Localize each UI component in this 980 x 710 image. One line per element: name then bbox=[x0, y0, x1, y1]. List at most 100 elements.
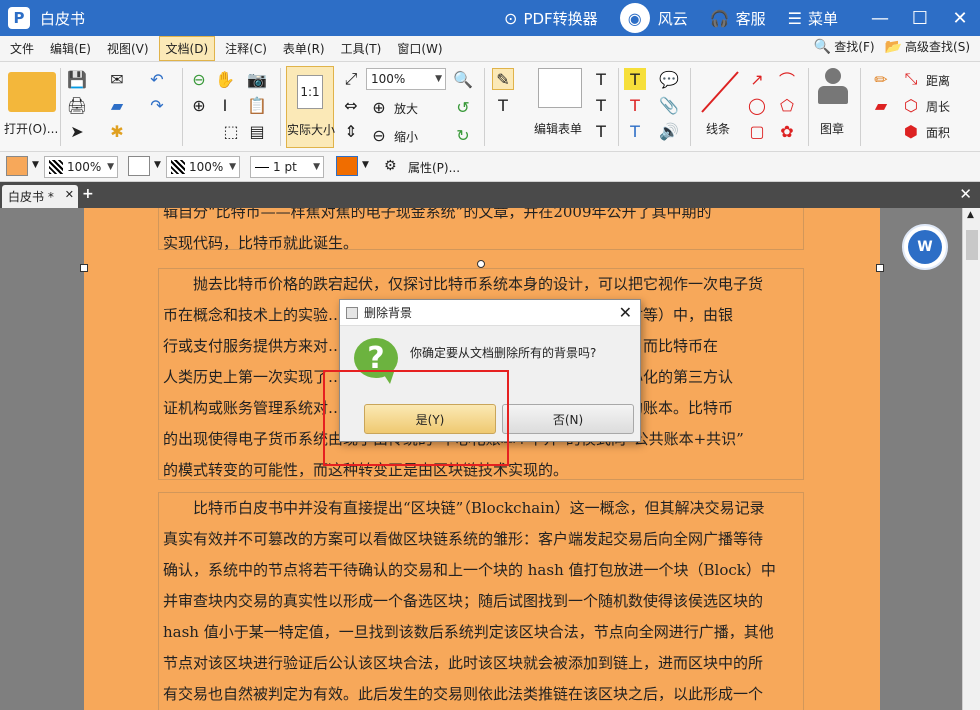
find-button[interactable]: 🔍 查找(F) bbox=[814, 38, 875, 55]
actual-size-button[interactable]: 1:1 实际大小 bbox=[286, 66, 335, 148]
service-button[interactable]: 🎧 客服 bbox=[710, 8, 766, 29]
fit-width-icon[interactable]: ⇔ bbox=[340, 94, 362, 116]
fit-page-icon[interactable]: ⤢ bbox=[340, 68, 362, 90]
distance-icon[interactable]: ⤡ bbox=[900, 68, 922, 90]
distance-button[interactable]: 距离 bbox=[926, 72, 950, 89]
menu-edit[interactable]: 编辑(E) bbox=[44, 37, 97, 60]
area-icon[interactable]: ⬢ bbox=[900, 120, 922, 142]
sound-icon[interactable]: 🔊 bbox=[658, 120, 680, 142]
magnifier-icon[interactable]: 🔍 bbox=[452, 68, 474, 90]
polygon-tool-icon[interactable]: ⬠ bbox=[776, 94, 798, 116]
line-button[interactable]: 线条 bbox=[706, 120, 730, 137]
menu-comment[interactable]: 注释(C) bbox=[219, 37, 273, 60]
menu-tools[interactable]: 工具(T) bbox=[335, 37, 388, 60]
pencil-icon[interactable]: ✏ bbox=[870, 68, 892, 90]
edit-form-icon[interactable] bbox=[538, 68, 582, 108]
export-icon[interactable]: ➤ bbox=[66, 120, 88, 142]
menu-document[interactable]: 文档(D) bbox=[158, 36, 216, 61]
crop-icon[interactable]: ⬚ bbox=[220, 120, 242, 142]
stroke-color-dropdown-icon[interactable]: ▼ bbox=[154, 160, 161, 170]
menu-form[interactable]: 表单(R) bbox=[277, 37, 331, 60]
ellipse-tool-icon[interactable]: ◯ bbox=[746, 94, 768, 116]
dialog-close-icon[interactable]: ✕ bbox=[619, 303, 632, 322]
rotate-left-icon[interactable]: ↺ bbox=[452, 96, 474, 118]
zoom-out-icon[interactable]: ⊖ bbox=[368, 124, 390, 146]
paste-icon[interactable]: 📋 bbox=[246, 94, 268, 116]
stroke-opacity-combo[interactable]: 100% ▼ bbox=[166, 156, 240, 178]
rectangle-tool-icon[interactable]: ▢ bbox=[746, 120, 768, 142]
fill-color-swatch[interactable] bbox=[6, 156, 28, 176]
note-icon[interactable]: 💬 bbox=[658, 68, 680, 90]
scroll-up-icon[interactable]: ▲ bbox=[967, 210, 974, 220]
typewriter-icon[interactable]: T bbox=[624, 68, 646, 90]
perimeter-icon[interactable]: ⬡ bbox=[900, 94, 922, 116]
underline-icon[interactable]: T bbox=[624, 120, 646, 142]
menu-window[interactable]: 窗口(W) bbox=[391, 37, 448, 60]
folder-icon[interactable] bbox=[8, 72, 56, 112]
fill-opacity-combo[interactable]: 100% ▼ bbox=[44, 156, 118, 178]
attachment-icon[interactable]: 📎 bbox=[658, 94, 680, 116]
email-icon[interactable]: ✉ bbox=[106, 68, 128, 90]
selection-handle-right[interactable] bbox=[876, 264, 884, 272]
style-dropdown-icon[interactable]: ▼ bbox=[362, 160, 369, 170]
menu-view[interactable]: 视图(V) bbox=[101, 37, 155, 60]
open-button[interactable]: 打开(O)... bbox=[4, 120, 58, 137]
rotate-right-icon[interactable]: ↻ bbox=[452, 124, 474, 146]
zoom-in-icon[interactable]: ⊕ bbox=[368, 96, 390, 118]
undo-icon[interactable]: ↶ bbox=[146, 68, 168, 90]
pdf-converter-button[interactable]: ⊙ PDF转换器 bbox=[504, 8, 598, 29]
style-swatch[interactable] bbox=[336, 156, 358, 176]
scan-icon[interactable]: ▰ bbox=[106, 94, 128, 116]
fit-visible-icon[interactable]: ⇕ bbox=[340, 120, 362, 142]
callout-icon[interactable]: T bbox=[590, 120, 612, 142]
back-icon[interactable]: ⊖ bbox=[188, 68, 210, 90]
arrow-tool-icon[interactable]: ↗ bbox=[746, 68, 768, 90]
print-icon[interactable]: 🖨 bbox=[66, 94, 88, 116]
fengyun-button[interactable]: ◉ 风云 bbox=[619, 3, 688, 33]
minimize-button[interactable]: — bbox=[860, 0, 900, 36]
area-button[interactable]: 面积 bbox=[926, 124, 950, 141]
stroke-color-swatch[interactable] bbox=[128, 156, 150, 176]
line-tool-icon[interactable] bbox=[700, 70, 740, 114]
redo-icon[interactable]: ↷ bbox=[146, 94, 168, 116]
text-field-icon[interactable]: T bbox=[492, 94, 514, 116]
camera-icon[interactable]: 📷 bbox=[246, 68, 268, 90]
select-text-icon[interactable]: I bbox=[214, 94, 236, 116]
hand-icon[interactable]: ✋ bbox=[214, 68, 236, 90]
rotation-handle[interactable] bbox=[477, 260, 485, 268]
edit-form-button[interactable]: 编辑表单 bbox=[534, 120, 582, 137]
form-select-icon[interactable]: ✎ bbox=[492, 68, 514, 90]
properties-button[interactable]: 属性(P)... bbox=[408, 159, 460, 176]
save-icon[interactable]: 💾 bbox=[66, 68, 88, 90]
document-tab[interactable]: 白皮书 * ✕ bbox=[2, 185, 78, 208]
stamp-icon[interactable] bbox=[816, 68, 850, 112]
zoom-out-button[interactable]: 缩小 bbox=[394, 128, 418, 145]
add-tab-icon[interactable]: + bbox=[82, 186, 94, 202]
strikeout-icon[interactable]: T bbox=[624, 94, 646, 116]
close-document-icon[interactable]: ✕ bbox=[959, 185, 972, 203]
zoom-in-button[interactable]: 放大 bbox=[394, 100, 418, 117]
menu-file[interactable]: 文件 bbox=[4, 37, 40, 60]
forward-icon[interactable]: ⊕ bbox=[188, 94, 210, 116]
new-icon[interactable]: ✱ bbox=[106, 120, 128, 142]
menu-button[interactable]: ☰ 菜单 bbox=[788, 8, 838, 29]
line-width-combo[interactable]: 1 pt ▼ bbox=[250, 156, 324, 178]
page-icon[interactable]: ▤ bbox=[246, 120, 268, 142]
no-button[interactable]: 否(N) bbox=[502, 404, 634, 434]
polyline-tool-icon[interactable]: ⌒ bbox=[776, 68, 798, 90]
maximize-button[interactable]: ☐ bbox=[900, 0, 940, 36]
text-box-alt-icon[interactable]: T bbox=[590, 94, 612, 116]
selection-handle-left[interactable] bbox=[80, 264, 88, 272]
floating-convert-button[interactable]: W bbox=[902, 224, 948, 270]
scrollbar-thumb[interactable] bbox=[966, 230, 978, 260]
close-window-button[interactable]: ✕ bbox=[940, 0, 980, 36]
advanced-find-button[interactable]: 📂 高级查找(S) bbox=[885, 38, 970, 55]
tab-close-icon[interactable]: ✕ bbox=[65, 188, 74, 201]
stamp-button[interactable]: 图章 bbox=[820, 120, 844, 137]
eraser-icon[interactable]: ▰ bbox=[870, 94, 892, 116]
cloud-tool-icon[interactable]: ✿ bbox=[776, 120, 798, 142]
perimeter-button[interactable]: 周长 bbox=[926, 98, 950, 115]
zoom-combo[interactable]: 100% ▼ bbox=[366, 68, 446, 90]
fill-color-dropdown-icon[interactable]: ▼ bbox=[32, 160, 39, 170]
vertical-scrollbar[interactable]: ▲ bbox=[962, 208, 980, 710]
